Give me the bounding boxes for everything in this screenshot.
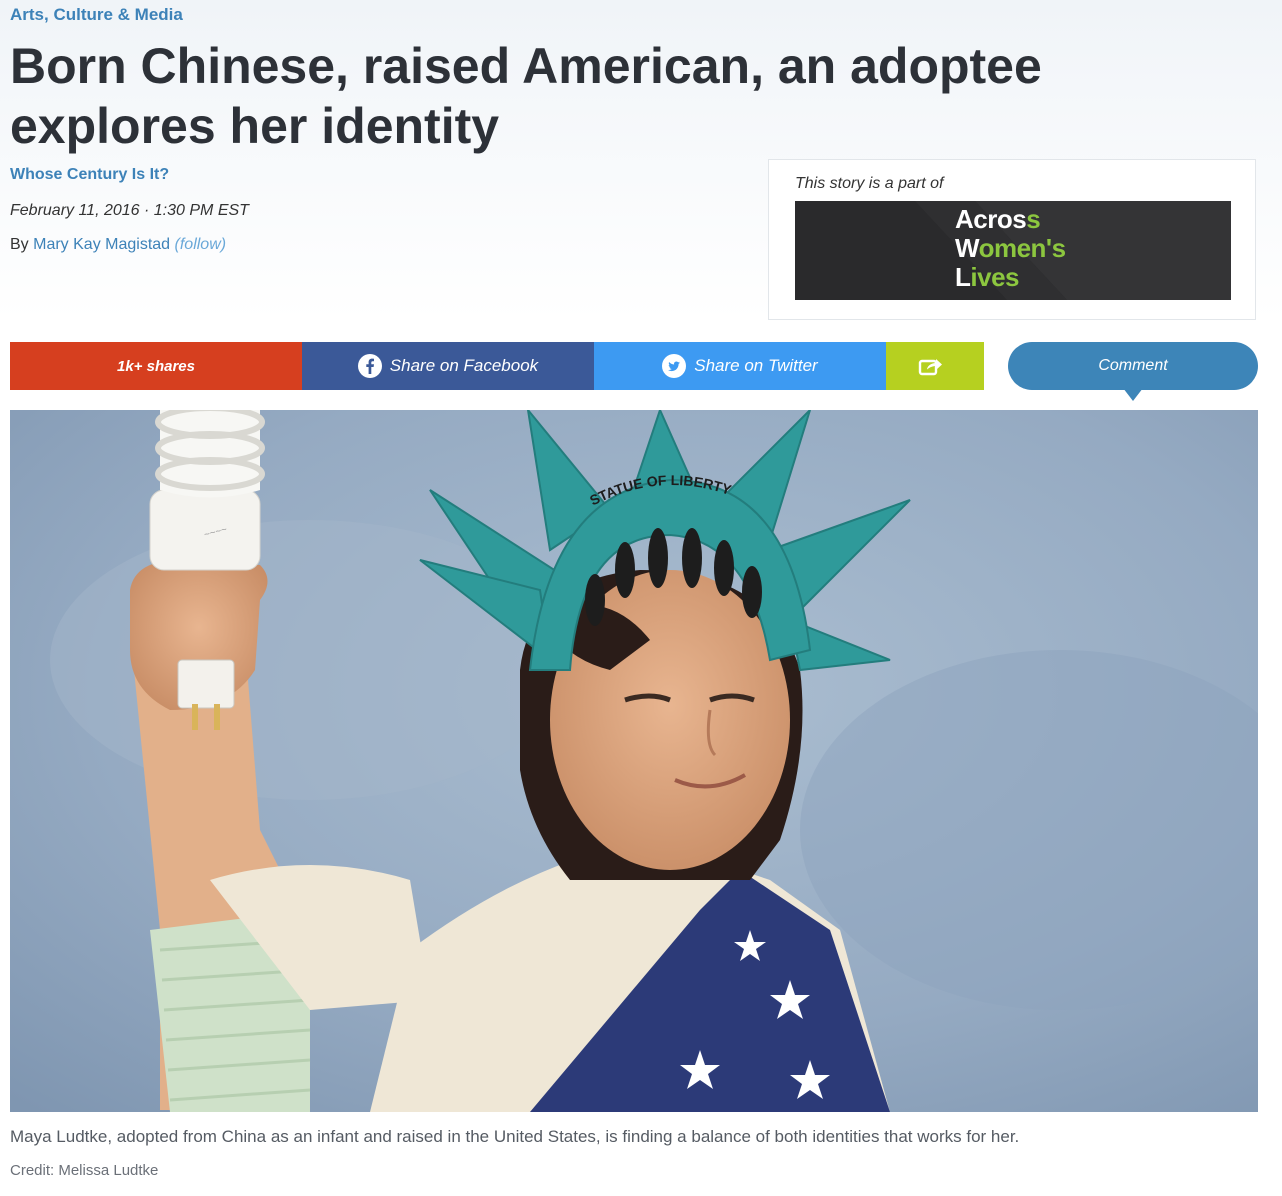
twitter-icon [662,354,687,378]
series-logo: Across Women's Lives [955,205,1066,292]
comment-button[interactable]: Comment [1008,342,1258,390]
logo-word-3-start: L [955,262,971,292]
logo-word-2-accent: o [978,233,995,263]
share-twitter-button[interactable]: Share on Twitter [594,342,886,390]
share-twitter-label: Share on Twitter [694,356,818,375]
logo-word-2-rest: men's [993,233,1066,263]
light-bulb: ~~~~ [149,410,265,571]
series-promo-label: This story is a part of [795,175,944,192]
byline: By Mary Kay Magistad (follow) [10,236,226,254]
logo-word-2-start: W [955,233,979,263]
photo-credit: Credit: Melissa Ludtke [10,1162,159,1179]
author-link[interactable]: Mary Kay Magistad [33,236,170,253]
comment-label: Comment [1098,357,1168,374]
shares-count-text: 1k+ shares [117,357,195,375]
logo-word-3-accent: ives [970,262,1019,292]
hero-photo: ~~~~ STATUE OF LIBERTY [10,410,1258,1112]
comment-button-pointer [1123,388,1143,401]
plug [177,659,235,709]
article-headline: Born Chinese, raised American, an adopte… [10,38,1042,154]
hero-illustration: ~~~~ STATUE OF LIBERTY [10,410,1258,1112]
facebook-icon [357,354,382,378]
across-womens-lives-banner[interactable]: Across Women's Lives [795,201,1231,300]
series-link[interactable]: Whose Century Is It? [10,166,169,184]
share-facebook-label: Share on Facebook [389,356,539,375]
byline-prefix: By [10,236,29,253]
logo-word-1-accent: s [1026,204,1041,234]
share-facebook-button[interactable]: Share on Facebook [302,342,594,390]
follow-author-link[interactable]: (follow) [175,236,227,253]
category-link[interactable]: Arts, Culture & Media [10,5,183,25]
series-promo-box: This story is a part of Across Women's L… [768,159,1256,320]
shares-count-badge: 1k+ shares [10,342,302,390]
photo-caption: Maya Ludtke, adopted from China as an in… [10,1127,1020,1146]
share-more-button[interactable] [886,342,984,390]
share-arrow-icon [918,359,942,376]
dateline: February 11, 2016 · 1:30 PM EST [10,202,249,219]
logo-word-1: Acros [955,204,1027,234]
